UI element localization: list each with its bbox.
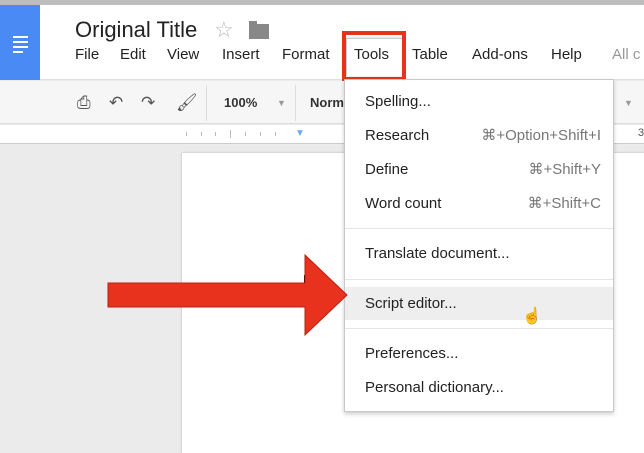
folder-icon[interactable] [249,21,269,39]
divider [345,279,613,280]
menu-item-label: Spelling... [365,93,431,110]
annotation-highlight-box [342,31,406,81]
menu-item-label: Script editor... [365,295,457,312]
menu-help[interactable]: Help [551,46,582,63]
menu-table[interactable]: Table [412,46,448,63]
menu-edit[interactable]: Edit [120,46,146,63]
menu-format[interactable]: Format [282,46,330,63]
save-status: All c [612,46,641,63]
menu-item-label: Personal dictionary... [365,379,504,396]
header: Original Title ☆ [0,5,644,80]
menu-item-research[interactable]: Research ⌘+Option+Shift+I [345,119,613,152]
menu-item-define[interactable]: Define ⌘+Shift+Y [345,153,613,186]
menu-view[interactable]: View [167,46,199,63]
print-icon[interactable]: ⎙ [77,93,91,113]
hand-cursor-icon: ☝ [522,308,542,325]
style-select[interactable]: Norm [310,95,344,110]
undo-icon[interactable]: ↶ [109,93,123,113]
menu-item-label: Word count [365,195,442,212]
star-icon[interactable]: ☆ [214,17,234,43]
menu-file[interactable]: File [75,46,99,63]
menu-item-script-editor[interactable]: Script editor... [345,287,613,320]
menu-item-label: Define [365,161,409,178]
menu-insert[interactable]: Insert [222,46,260,63]
menu-item-preferences[interactable]: Preferences... [345,337,613,370]
menu-item-label: Research [365,127,430,144]
menu-item-spelling[interactable]: Spelling... [345,85,613,118]
docs-logo-icon[interactable] [0,5,40,80]
indent-marker-icon[interactable]: ▼ [295,128,305,139]
annotation-arrow-icon [107,253,348,337]
menu-item-word-count[interactable]: Word count ⌘+Shift+C [345,187,613,220]
divider [345,228,613,229]
document-title[interactable]: Original Title [75,17,197,43]
divider [295,85,296,121]
divider [345,328,613,329]
chevron-down-icon[interactable]: ▼ [277,98,286,108]
shortcut: ⌘+Shift+Y [528,161,601,178]
menu-item-personal-dictionary[interactable]: Personal dictionary... [345,371,613,404]
chevron-down-icon[interactable]: ▼ [624,98,633,108]
menu-addons[interactable]: Add-ons [472,46,528,63]
redo-icon[interactable]: ↷ [141,93,155,113]
paint-format-icon[interactable]: 🖌 [176,93,198,113]
shortcut: ⌘+Option+Shift+I [481,127,601,144]
divider [206,85,207,121]
shortcut: ⌘+Shift+C [527,195,601,212]
zoom-select[interactable]: 100% [224,95,257,110]
tools-dropdown-menu: Spelling... Research ⌘+Option+Shift+I Def… [344,79,614,412]
ruler-number: 3 [638,127,644,139]
menu-item-label: Translate document... [365,245,510,262]
menu-item-label: Preferences... [365,345,459,362]
menu-item-translate-document[interactable]: Translate document... [345,237,613,270]
